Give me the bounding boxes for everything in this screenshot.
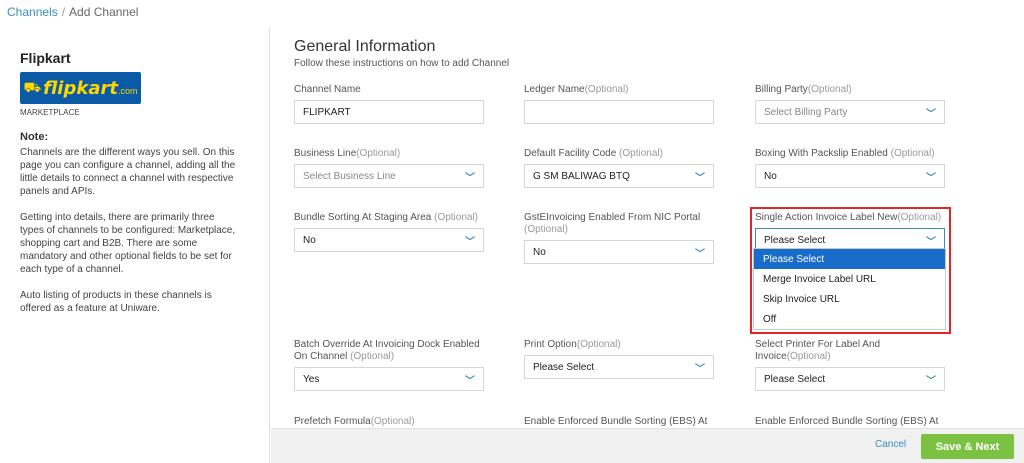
note-paragraph: Channels are the different ways you sell…	[20, 147, 236, 197]
print-option-field: Print Option(Optional) Please Select ﹀	[524, 339, 714, 379]
channel-name-field: Channel Name FLIPKART	[294, 84, 484, 124]
chevron-down-icon: ﹀	[926, 108, 936, 120]
ledger-name-input[interactable]	[524, 100, 714, 124]
batch-override-field: Batch Override At Invoicing Dock Enabled…	[294, 339, 484, 391]
boxing-packslip-field: Boxing With Packslip Enabled (Optional) …	[755, 148, 945, 188]
bundle-sorting-field: Bundle Sorting At Staging Area (Optional…	[294, 212, 484, 252]
gst-einvoicing-label: GstEInvoicing Enabled From NIC Portal (O…	[524, 212, 701, 235]
ledger-name-label: Ledger Name(Optional)	[524, 84, 629, 95]
boxing-packslip-select[interactable]: No ﹀	[755, 164, 945, 188]
default-facility-label: Default Facility Code (Optional)	[524, 148, 663, 159]
chevron-down-icon: ﹀	[695, 172, 705, 184]
chevron-down-icon: ﹀	[926, 375, 936, 387]
bundle-sorting-select[interactable]: No ﹀	[294, 228, 484, 252]
channel-info-panel: Flipkart ⛟ flipkart .com MARKETPLACE Not…	[0, 28, 270, 463]
section-subtitle: Follow these instructions on how to add …	[294, 58, 510, 69]
prefetch-formula-label: Prefetch Formula(Optional)	[294, 416, 415, 427]
print-option-select[interactable]: Please Select ﹀	[524, 355, 714, 379]
form-footer: Cancel Save & Next	[271, 428, 1024, 463]
cart-icon: ⛟	[23, 78, 42, 95]
billing-party-label: Billing Party(Optional)	[755, 84, 852, 95]
logo-text: flipkart	[43, 77, 118, 99]
business-line-field: Business Line(Optional) Select Business …	[294, 148, 484, 188]
save-next-button[interactable]: Save & Next	[921, 434, 1014, 459]
dropdown-option-please-select[interactable]: Please Select	[754, 249, 945, 269]
ledger-name-field: Ledger Name(Optional)	[524, 84, 714, 124]
logo-suffix: .com	[117, 86, 138, 96]
dropdown-option-off[interactable]: Off	[754, 309, 945, 329]
chevron-down-icon: ﹀	[695, 248, 705, 260]
channel-type: MARKETPLACE	[20, 108, 80, 117]
chevron-down-icon: ﹀	[695, 363, 705, 375]
cancel-button[interactable]: Cancel	[875, 439, 906, 450]
breadcrumb-separator: /	[61, 5, 66, 19]
gst-einvoicing-select[interactable]: No ﹀	[524, 240, 714, 264]
channel-name-label: Channel Name	[294, 84, 361, 95]
default-facility-select[interactable]: G SM BALIWAG BTQ ﹀	[524, 164, 714, 188]
breadcrumb: Channels / Add Channel	[7, 5, 138, 19]
note-title: Note:	[20, 131, 49, 143]
select-printer-select[interactable]: Please Select ﹀	[755, 367, 945, 391]
boxing-packslip-label: Boxing With Packslip Enabled (Optional)	[755, 148, 935, 159]
chevron-down-icon: ﹀	[465, 375, 475, 387]
bundle-sorting-label: Bundle Sorting At Staging Area (Optional…	[294, 212, 479, 223]
default-facility-field: Default Facility Code (Optional) G SM BA…	[524, 148, 714, 188]
business-line-select[interactable]: Select Business Line ﹀	[294, 164, 484, 188]
gst-einvoicing-field: GstEInvoicing Enabled From NIC Portal (O…	[524, 212, 714, 264]
billing-party-select[interactable]: Select Billing Party ﹀	[755, 100, 945, 124]
channel-name-input[interactable]: FLIPKART	[294, 100, 484, 124]
chevron-down-icon: ﹀	[465, 236, 475, 248]
channel-title: Flipkart	[20, 50, 71, 66]
batch-override-select[interactable]: Yes ﹀	[294, 367, 484, 391]
section-title: General Information	[294, 38, 436, 55]
single-action-dropdown-list: Please Select Merge Invoice Label URL Sk…	[753, 248, 946, 330]
dropdown-option-merge-invoice-label-url[interactable]: Merge Invoice Label URL	[754, 269, 945, 289]
chevron-down-icon: ﹀	[465, 172, 475, 184]
select-printer-label: Select Printer For Label And Invoice(Opt…	[755, 339, 881, 362]
ebs-label-2: Enable Enforced Bundle Sorting (EBS) At	[755, 416, 939, 427]
chevron-down-icon: ﹀	[926, 172, 936, 184]
select-printer-field: Select Printer For Label And Invoice(Opt…	[755, 339, 945, 391]
print-option-label: Print Option(Optional)	[524, 339, 621, 350]
breadcrumb-current: Add Channel	[69, 5, 139, 19]
note-paragraph: Auto listing of products in these channe…	[20, 290, 212, 314]
dropdown-option-skip-invoice-url[interactable]: Skip Invoice URL	[754, 289, 945, 309]
billing-party-field: Billing Party(Optional) Select Billing P…	[755, 84, 945, 124]
batch-override-label: Batch Override At Invoicing Dock Enabled…	[294, 339, 480, 362]
breadcrumb-channels-link[interactable]: Channels	[7, 5, 58, 19]
flipkart-logo: ⛟ flipkart .com	[20, 72, 141, 104]
ebs-label-1: Enable Enforced Bundle Sorting (EBS) At	[524, 416, 708, 427]
note-paragraph: Getting into details, there are primaril…	[20, 212, 236, 275]
business-line-label: Business Line(Optional)	[294, 148, 401, 159]
